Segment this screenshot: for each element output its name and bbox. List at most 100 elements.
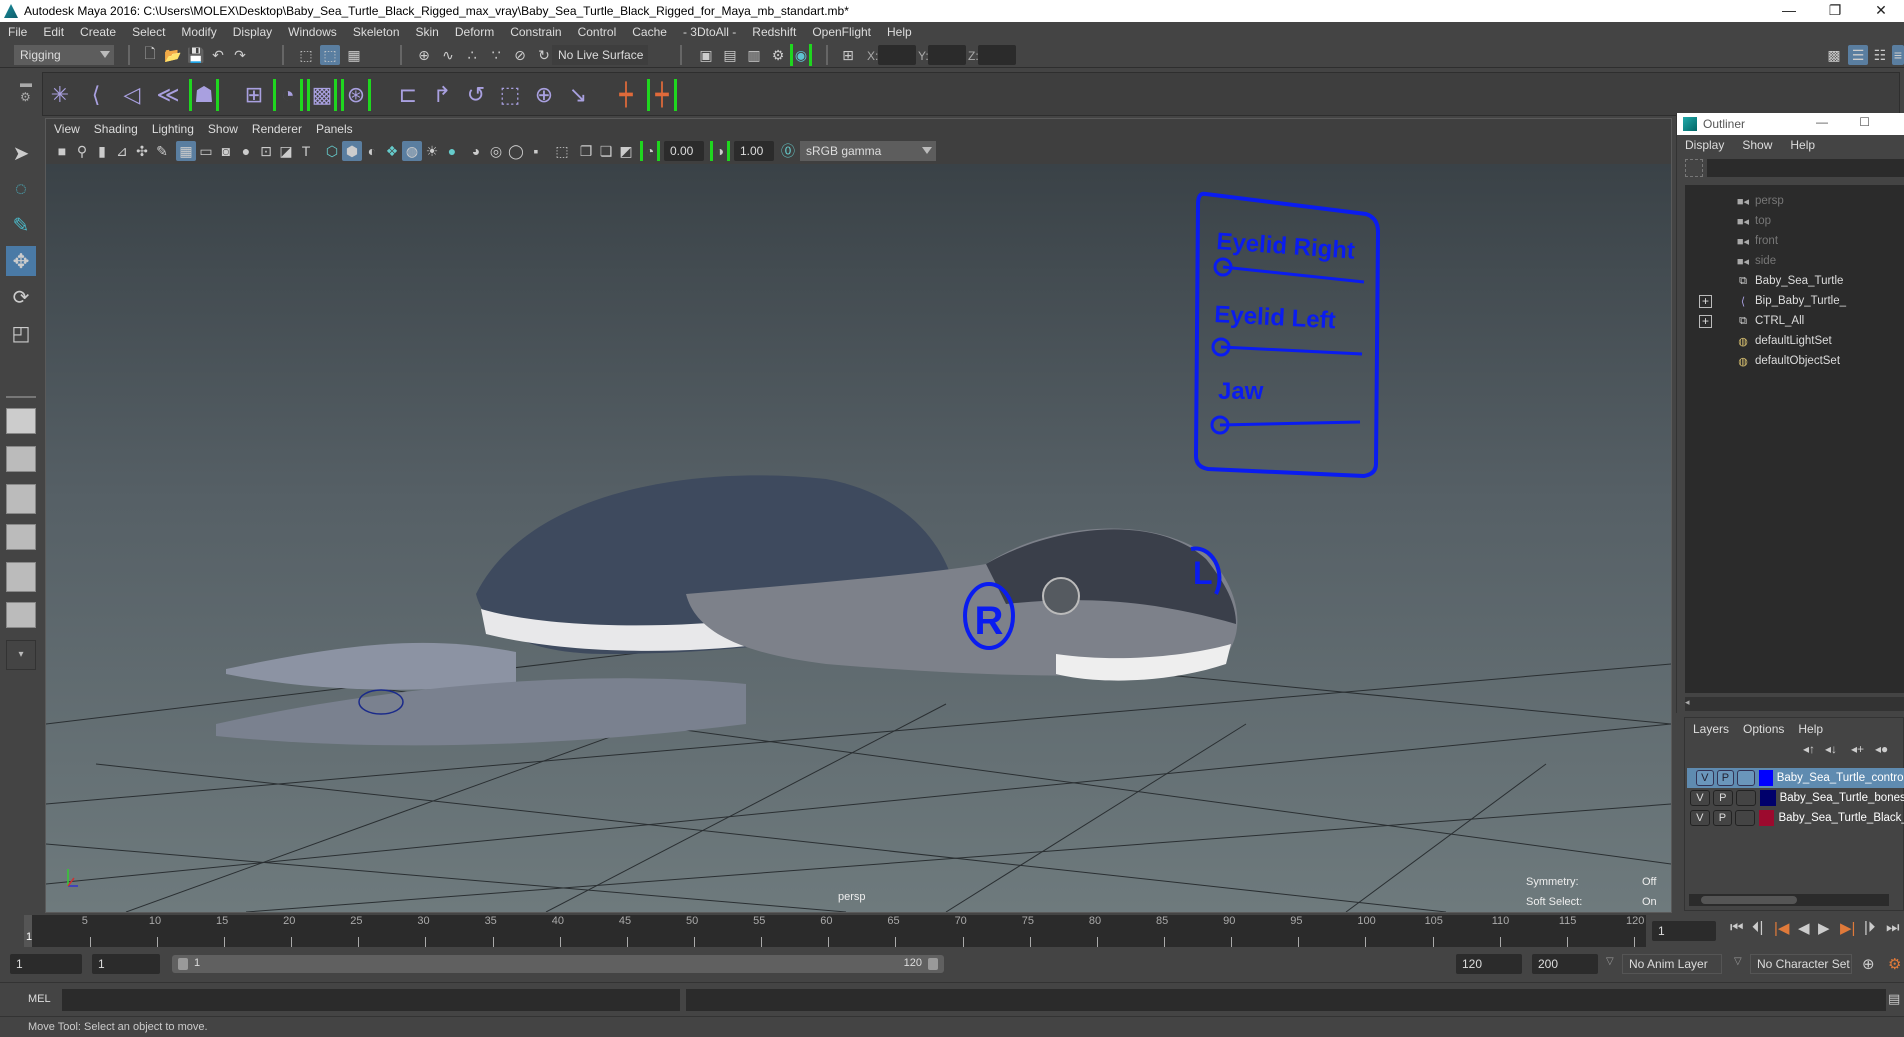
- parent-constraint-icon[interactable]: ⊏: [393, 79, 423, 111]
- single-perspective-layout-icon[interactable]: [6, 408, 36, 434]
- script-editor-icon[interactable]: ▤: [1888, 991, 1900, 1007]
- viewport-menu-show[interactable]: Show: [208, 122, 238, 136]
- turtle-model[interactable]: [216, 475, 1238, 746]
- menu-3dtoall[interactable]: - 3DtoAll -: [683, 25, 736, 39]
- range-end-handle[interactable]: [928, 958, 938, 970]
- snap-curve-icon[interactable]: ∿: [438, 45, 458, 65]
- viewport-menu-renderer[interactable]: Renderer: [252, 122, 302, 136]
- animation-start-input[interactable]: 1: [10, 954, 82, 974]
- film-gate-icon[interactable]: ▭: [196, 141, 216, 161]
- outliner-maximize-button[interactable]: ☐: [1859, 115, 1870, 129]
- minimize-button[interactable]: —: [1766, 0, 1812, 22]
- viewport-menu-panels[interactable]: Panels: [316, 122, 353, 136]
- viewport-scene[interactable]: R L Eyelid Right Eyelid Left Jaw persp S…: [46, 164, 1671, 912]
- ik-spline-icon[interactable]: ≪: [153, 79, 183, 111]
- cluster-icon[interactable]: ⊛: [341, 79, 371, 111]
- persp-outliner-layout-icon[interactable]: [6, 484, 36, 514]
- grease-pencil-icon[interactable]: ✎: [152, 141, 172, 161]
- select-component-icon[interactable]: ▦: [344, 45, 364, 65]
- persp-graph-outliner-layout-icon[interactable]: [6, 602, 36, 628]
- lasso-tool-icon[interactable]: ◌: [6, 174, 36, 204]
- layer-color-swatch[interactable]: [1758, 770, 1773, 786]
- textured-icon[interactable]: ◍: [402, 141, 422, 161]
- menu-display[interactable]: Display: [233, 25, 272, 39]
- shadows-icon[interactable]: ●: [442, 141, 462, 161]
- menu-windows[interactable]: Windows: [288, 25, 337, 39]
- select-object-icon[interactable]: ⬚: [320, 45, 340, 65]
- color-management-toggle-icon[interactable]: ⓪: [778, 141, 798, 161]
- layers-menu-help[interactable]: Help: [1798, 722, 1823, 736]
- transform-mode-icon[interactable]: ⊞: [838, 45, 858, 65]
- outliner-item[interactable]: ■◂ side: [1685, 251, 1904, 271]
- use-all-lights-icon[interactable]: ☀: [422, 141, 442, 161]
- play-backwards-icon[interactable]: ◀: [1798, 919, 1810, 937]
- live-surface-field[interactable]: No Live Surface: [552, 45, 648, 65]
- outliner-horizontal-scrollbar[interactable]: ◂: [1685, 697, 1904, 711]
- snap-projected-icon[interactable]: ∵: [486, 45, 506, 65]
- menu-cache[interactable]: Cache: [632, 25, 667, 39]
- step-back-keyframe-icon[interactable]: |◀: [1774, 919, 1789, 937]
- modeling-toolkit-icon[interactable]: ▩: [1824, 45, 1844, 65]
- layer-display-type-toggle[interactable]: [1735, 810, 1755, 826]
- facial-controls-board[interactable]: Eyelid Right Eyelid Left Jaw: [1193, 191, 1381, 479]
- layer-color-swatch[interactable]: [1758, 810, 1775, 826]
- ik-handle-icon[interactable]: ◁: [117, 79, 147, 111]
- expand-icon[interactable]: +: [1699, 314, 1712, 328]
- exposure-icon[interactable]: ◔: [640, 141, 660, 161]
- outliner-minimize-button[interactable]: —: [1816, 115, 1828, 129]
- move-layer-up-icon[interactable]: ◂↑: [1803, 742, 1815, 756]
- shelf-menu-icon[interactable]: ▬ ⚙: [20, 76, 32, 104]
- layer-row[interactable]: V P Baby_Sea_Turtle_controllers: [1687, 768, 1904, 788]
- menu-openflight[interactable]: OpenFlight: [812, 25, 871, 39]
- redo-icon[interactable]: ↷: [230, 45, 250, 65]
- outliner-search-input[interactable]: [1707, 159, 1904, 177]
- persp-graph-layout-icon[interactable]: [6, 524, 36, 550]
- gamma-input[interactable]: 1.00: [734, 141, 774, 161]
- hik-character-icon[interactable]: ┿: [647, 79, 677, 111]
- menu-deform[interactable]: Deform: [455, 25, 494, 39]
- outliner-item[interactable]: ■◂ persp: [1685, 191, 1904, 211]
- default-material-icon[interactable]: ◐: [362, 141, 382, 161]
- menu-file[interactable]: File: [8, 25, 27, 39]
- resolution-gate-icon[interactable]: ◙: [216, 141, 236, 161]
- outliner-item[interactable]: ◍ defaultLightSet: [1685, 331, 1904, 351]
- restore-button[interactable]: ❐: [1812, 0, 1858, 22]
- gamma-icon[interactable]: ◑: [710, 141, 730, 161]
- anim-layer-dropdown[interactable]: No Anim Layer: [1622, 954, 1722, 974]
- bookmark-icon[interactable]: ▮: [92, 141, 112, 161]
- layer-row[interactable]: V P Baby_Sea_Turtle_Black_: [1687, 808, 1904, 828]
- screen-space-ao-icon[interactable]: ◕: [466, 141, 486, 161]
- outliner-item[interactable]: ■◂ top: [1685, 211, 1904, 231]
- safe-action-icon[interactable]: ◪: [276, 141, 296, 161]
- gate-mask-icon[interactable]: ●: [236, 141, 256, 161]
- layer-display-type-toggle[interactable]: [1735, 790, 1756, 806]
- playback-start-input[interactable]: 1: [92, 954, 160, 974]
- expand-icon[interactable]: +: [1699, 294, 1712, 308]
- outliner-menu-show[interactable]: Show: [1742, 138, 1772, 152]
- layer-playback-toggle[interactable]: P: [1712, 810, 1733, 826]
- step-back-key-icon[interactable]: ⏴|: [1752, 919, 1763, 936]
- layers-menu-layers[interactable]: Layers: [1693, 722, 1729, 736]
- menu-modify[interactable]: Modify: [181, 25, 216, 39]
- y-input[interactable]: [928, 45, 966, 65]
- tool-settings-icon[interactable]: ☷: [1870, 45, 1890, 65]
- render-frame-icon[interactable]: ▤: [720, 45, 740, 65]
- layer-color-swatch[interactable]: [1759, 790, 1776, 806]
- z-input[interactable]: [978, 45, 1016, 65]
- time-slider-track[interactable]: 1 5 10 15 20 25 30 35 40 45 50 55 60 65 70 75 80 85 90 95 1…: [24, 915, 1646, 947]
- outliner-menu-help[interactable]: Help: [1790, 138, 1815, 152]
- go-to-start-icon[interactable]: ⏮: [1730, 919, 1744, 936]
- play-forwards-icon[interactable]: ▶: [1818, 919, 1830, 937]
- new-scene-icon[interactable]: 🗋: [140, 45, 160, 65]
- wireframe-on-shaded-icon[interactable]: ❖: [382, 141, 402, 161]
- depth-of-field-icon[interactable]: ▪: [526, 141, 546, 161]
- step-forward-keyframe-icon[interactable]: ▶|: [1840, 919, 1855, 937]
- move-layer-down-icon[interactable]: ◂↓: [1825, 742, 1837, 756]
- joint-tool-icon[interactable]: ⟨: [81, 79, 111, 111]
- snap-grid-icon[interactable]: ⊕: [414, 45, 434, 65]
- xray-icon[interactable]: ❐: [576, 141, 596, 161]
- menu-set-dropdown[interactable]: Rigging: [14, 45, 114, 65]
- exposure-input[interactable]: 0.00: [664, 141, 704, 161]
- select-hierarchy-icon[interactable]: ⬚: [296, 45, 316, 65]
- go-to-end-icon[interactable]: ⏭: [1886, 919, 1900, 936]
